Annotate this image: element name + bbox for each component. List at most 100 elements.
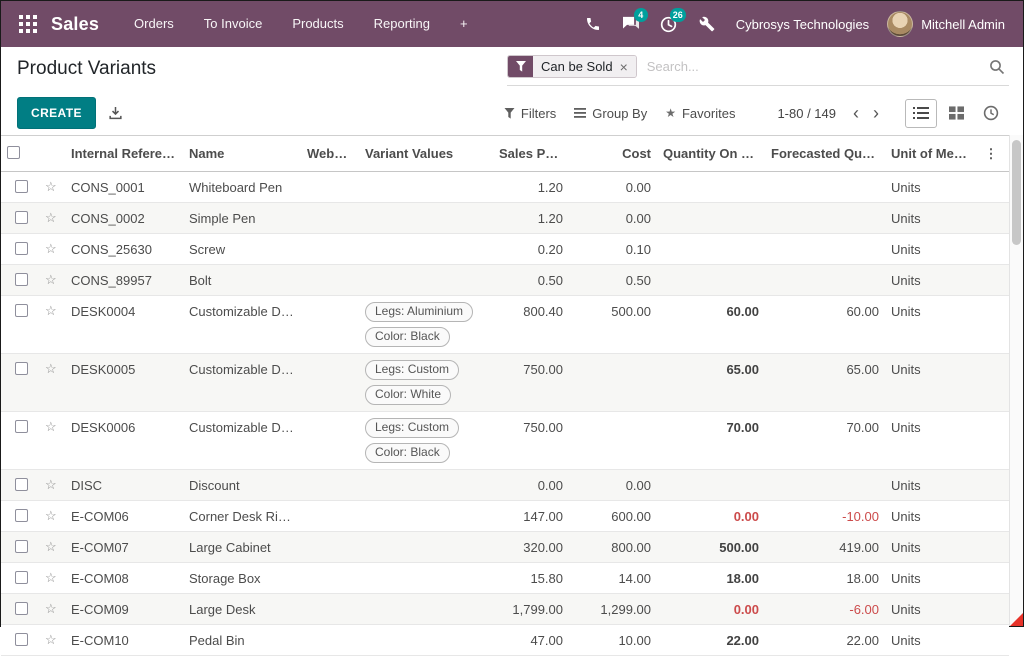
row-favorite-star[interactable]: ☆ xyxy=(39,354,65,381)
row-select-cell[interactable] xyxy=(1,563,39,591)
row-checkbox[interactable] xyxy=(15,571,28,584)
header-website[interactable]: Website xyxy=(301,146,359,161)
table-row[interactable]: ☆ DISC Discount 0.00 0.00 Units xyxy=(1,470,1009,501)
row-checkbox[interactable] xyxy=(15,273,28,286)
row-select-cell[interactable] xyxy=(1,532,39,560)
cell-cost: 600.00 xyxy=(569,501,657,528)
facet-remove-button[interactable]: × xyxy=(620,60,628,74)
apps-menu-button[interactable] xyxy=(11,1,45,47)
cell-name: Screw xyxy=(183,234,301,261)
table-row[interactable]: ☆ CONS_0001 Whiteboard Pen 1.20 0.00 Uni… xyxy=(1,172,1009,203)
row-favorite-star[interactable]: ☆ xyxy=(39,172,65,199)
export-button[interactable] xyxy=(108,106,123,121)
table-row[interactable]: ☆ E-COM10 Pedal Bin 47.00 10.00 22.00 22… xyxy=(1,625,1009,656)
table-row[interactable]: ☆ DESK0004 Customizable Desk Legs: Alumi… xyxy=(1,296,1009,354)
row-select-cell[interactable] xyxy=(1,470,39,498)
row-favorite-star[interactable]: ☆ xyxy=(39,265,65,292)
header-variant-values[interactable]: Variant Values xyxy=(359,146,493,161)
company-name[interactable]: Cybrosys Technologies xyxy=(736,17,869,32)
row-favorite-star[interactable]: ☆ xyxy=(39,532,65,559)
row-checkbox[interactable] xyxy=(15,509,28,522)
row-favorite-star[interactable]: ☆ xyxy=(39,625,65,652)
header-forecasted-quantity[interactable]: Forecasted Quan… xyxy=(765,146,885,161)
table-row[interactable]: ☆ DESK0005 Customizable Desk Legs: Custo… xyxy=(1,354,1009,412)
row-select-cell[interactable] xyxy=(1,354,39,382)
table-row[interactable]: ☆ E-COM07 Large Cabinet 320.00 800.00 50… xyxy=(1,532,1009,563)
header-cost[interactable]: Cost xyxy=(569,146,657,161)
row-select-cell[interactable] xyxy=(1,412,39,440)
messages-button[interactable]: 4 xyxy=(612,1,650,47)
row-select-cell[interactable] xyxy=(1,594,39,622)
nav-item-to-invoice[interactable]: To Invoice xyxy=(189,1,278,47)
table-row[interactable]: ☆ DESK0006 Customizable Desk Legs: Custo… xyxy=(1,412,1009,470)
pager-next-button[interactable]: › xyxy=(866,103,886,123)
row-checkbox[interactable] xyxy=(15,180,28,193)
row-select-cell[interactable] xyxy=(1,296,39,324)
row-select-cell[interactable] xyxy=(1,625,39,653)
row-select-cell[interactable] xyxy=(1,501,39,529)
checkbox-icon[interactable] xyxy=(7,146,20,159)
row-checkbox[interactable] xyxy=(15,304,28,317)
row-select-cell[interactable] xyxy=(1,234,39,262)
pager-previous-button[interactable]: ‹ xyxy=(846,103,866,123)
table-row[interactable]: ☆ CONS_25630 Screw 0.20 0.10 Units xyxy=(1,234,1009,265)
row-checkbox[interactable] xyxy=(15,478,28,491)
search-input[interactable] xyxy=(647,59,987,74)
row-checkbox[interactable] xyxy=(15,362,28,375)
activities-button[interactable]: 26 xyxy=(650,1,688,47)
voip-phone-button[interactable] xyxy=(574,1,612,47)
nav-item-products[interactable]: Products xyxy=(277,1,358,47)
nav-item-orders[interactable]: Orders xyxy=(119,1,189,47)
row-checkbox[interactable] xyxy=(15,211,28,224)
filters-button[interactable]: Filters xyxy=(504,106,556,121)
table-row[interactable]: ☆ E-COM08 Storage Box 15.80 14.00 18.00 … xyxy=(1,563,1009,594)
app-name[interactable]: Sales xyxy=(51,14,99,35)
row-checkbox[interactable] xyxy=(15,540,28,553)
row-favorite-star[interactable]: ☆ xyxy=(39,203,65,230)
row-favorite-star[interactable]: ☆ xyxy=(39,594,65,621)
header-quantity-on-hand[interactable]: Quantity On Hand xyxy=(657,146,765,161)
row-select-cell[interactable] xyxy=(1,203,39,231)
scrollbar-thumb[interactable] xyxy=(1012,140,1021,245)
favorites-button[interactable]: ★ Favorites xyxy=(665,106,735,121)
variant-value-tag: Legs: Custom xyxy=(365,418,459,438)
select-all-checkbox[interactable] xyxy=(1,146,39,162)
row-checkbox[interactable] xyxy=(15,420,28,433)
table-row[interactable]: ☆ E-COM09 Large Desk 1,799.00 1,299.00 0… xyxy=(1,594,1009,625)
header-unit-of-measure[interactable]: Unit of Meas… xyxy=(885,146,973,161)
table-row[interactable]: ☆ E-COM06 Corner Desk Righ… 147.00 600.0… xyxy=(1,501,1009,532)
vertical-scrollbar[interactable] xyxy=(1009,135,1023,626)
row-checkbox[interactable] xyxy=(15,242,28,255)
row-favorite-star[interactable]: ☆ xyxy=(39,234,65,261)
user-name[interactable]: Mitchell Admin xyxy=(921,17,1005,32)
facet-label: Can be Sold xyxy=(541,59,613,74)
table-row[interactable]: ☆ CONS_89957 Bolt 0.50 0.50 Units xyxy=(1,265,1009,296)
table-row[interactable]: ☆ CONS_0002 Simple Pen 1.20 0.00 Units xyxy=(1,203,1009,234)
row-checkbox[interactable] xyxy=(15,633,28,646)
row-favorite-star[interactable]: ☆ xyxy=(39,470,65,497)
group-by-button[interactable]: Group By xyxy=(574,106,647,121)
row-select-cell[interactable] xyxy=(1,265,39,293)
header-name[interactable]: Name xyxy=(183,146,301,161)
optional-columns-button[interactable]: ⋮ xyxy=(973,146,1009,162)
header-internal-reference[interactable]: Internal Referen… xyxy=(65,146,183,161)
row-select-cell[interactable] xyxy=(1,172,39,200)
cell-cost xyxy=(569,412,657,424)
header-sales-price[interactable]: Sales Price xyxy=(493,146,569,161)
nav-item-reporting[interactable]: Reporting xyxy=(359,1,445,47)
view-kanban-button[interactable] xyxy=(940,99,972,128)
row-favorite-star[interactable]: ☆ xyxy=(39,563,65,590)
user-avatar[interactable] xyxy=(887,11,913,37)
row-favorite-star[interactable]: ☆ xyxy=(39,501,65,528)
search-bar[interactable]: Can be Sold × xyxy=(507,52,1009,86)
view-list-button[interactable] xyxy=(905,99,937,128)
view-activity-button[interactable] xyxy=(975,99,1007,128)
search-icon[interactable] xyxy=(987,59,1007,75)
cell-website xyxy=(301,296,359,308)
debug-tools-button[interactable] xyxy=(688,1,726,47)
nav-item-plus[interactable]: + xyxy=(445,1,483,47)
create-button[interactable]: CREATE xyxy=(17,97,96,129)
row-favorite-star[interactable]: ☆ xyxy=(39,296,65,323)
row-favorite-star[interactable]: ☆ xyxy=(39,412,65,439)
row-checkbox[interactable] xyxy=(15,602,28,615)
